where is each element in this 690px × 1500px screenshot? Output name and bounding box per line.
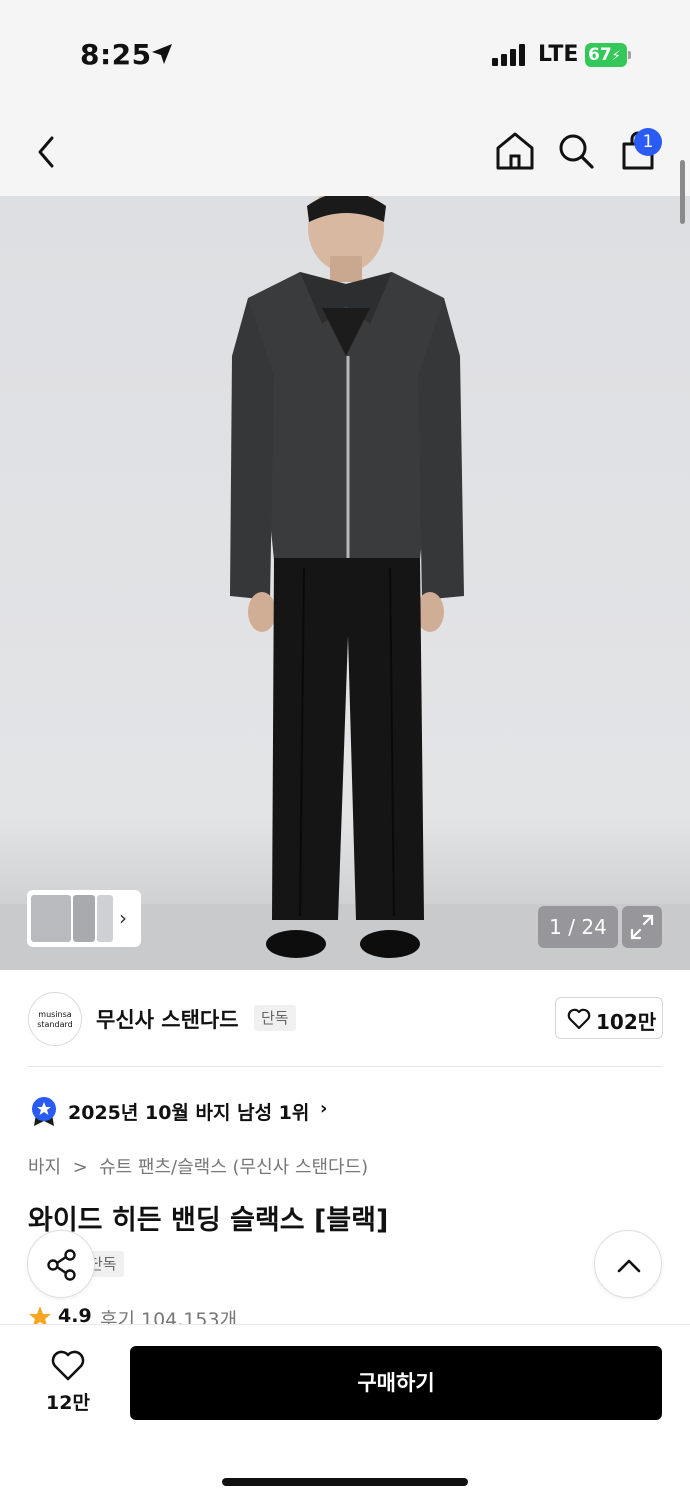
heart-icon	[51, 1350, 85, 1381]
buy-button[interactable]: 구매하기	[130, 1346, 662, 1420]
review-count[interactable]: 후기 104,153개	[100, 1305, 237, 1325]
battery-icon: 67⚡	[585, 43, 631, 67]
battery-level: 67	[588, 45, 612, 65]
thumbnail-image[interactable]	[97, 895, 113, 942]
status-bar: 8:25 LTE 67⚡	[0, 0, 690, 108]
chevron-up-icon	[617, 1259, 641, 1273]
scroll-to-top-button[interactable]	[594, 1230, 662, 1298]
expand-button[interactable]	[622, 906, 662, 948]
image-counter: 1 / 24	[538, 906, 618, 948]
rating-score: 4.9	[58, 1305, 92, 1325]
scroll-indicator	[680, 160, 685, 224]
home-indicator	[222, 1478, 468, 1486]
wishlist-button[interactable]: 12만	[28, 1346, 108, 1416]
back-chevron-icon[interactable]	[30, 132, 66, 172]
category-breadcrumb[interactable]: 바지 > 슈트 팬츠/슬랙스 (무신사 스탠다드)	[28, 1153, 368, 1179]
brand-like-button[interactable]: 102만	[555, 997, 663, 1039]
brand-name[interactable]: 무신사 스탠다드	[96, 1004, 239, 1034]
share-icon	[47, 1249, 76, 1281]
status-time: 8:25	[80, 38, 152, 71]
home-icon[interactable]	[494, 130, 536, 172]
heart-icon	[567, 1008, 591, 1030]
top-nav	[0, 108, 690, 196]
chevron-right-icon: ›	[320, 1098, 328, 1119]
search-icon[interactable]	[556, 130, 596, 172]
image-thumbnail-strip[interactable]: ›	[27, 890, 141, 947]
product-title: 와이드 히든 밴딩 슬랙스 [블랙]	[28, 1205, 389, 1236]
brand-like-count: 102만	[596, 1010, 657, 1034]
expand-icon	[630, 914, 654, 940]
wishlist-count: 12만	[46, 1392, 90, 1414]
exclusive-tag: 단독	[254, 1005, 296, 1031]
model-photo	[0, 196, 690, 970]
location-arrow-icon	[152, 44, 172, 64]
product-image[interactable]	[0, 196, 690, 970]
divider	[28, 1066, 662, 1067]
thumbnail-image[interactable]	[73, 895, 95, 942]
ranking-text[interactable]: 2025년 10월 바지 남성 1위	[68, 1098, 309, 1125]
rating-row[interactable]: 4.9 후기 104,153개	[28, 1303, 328, 1325]
cart-count-badge: 1	[634, 128, 662, 156]
cellular-signal-icon	[492, 44, 528, 66]
brand-logo[interactable]: musinsa standard	[28, 992, 82, 1046]
chevron-right-icon: ›	[119, 906, 127, 930]
star-icon	[29, 1306, 51, 1325]
share-button[interactable]	[27, 1230, 95, 1298]
network-type: LTE	[538, 42, 579, 67]
ranking-badge-icon	[32, 1097, 56, 1126]
thumbnail-image[interactable]	[31, 895, 71, 942]
